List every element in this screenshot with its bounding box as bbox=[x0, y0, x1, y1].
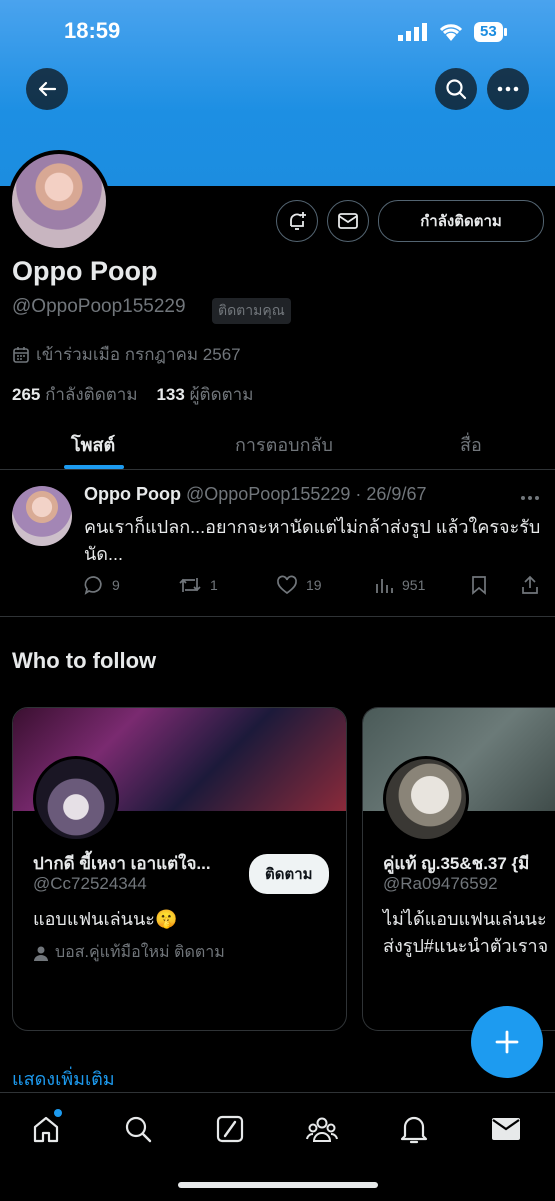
views-button[interactable]: 951 bbox=[374, 575, 425, 595]
card-bio: แอบแฟนเล่นนะ🤫 bbox=[33, 909, 178, 929]
tab-media[interactable]: สื่อ bbox=[460, 430, 482, 459]
status-time: 18:59 bbox=[64, 18, 121, 43]
status-icons: 53 bbox=[398, 22, 507, 42]
post-more-button[interactable] bbox=[520, 488, 540, 506]
share-icon bbox=[522, 575, 538, 594]
post-header: Oppo Poop @OppoPoop155229 · 26/9/67 bbox=[84, 484, 426, 505]
following-link[interactable]: 265 กำลังติดตาม bbox=[12, 385, 138, 404]
follows-you-badge: ติดตามคุณ bbox=[212, 298, 291, 324]
card-name[interactable]: คู่แท้ ญ.35&ช.37 {มี bbox=[383, 850, 529, 877]
like-button[interactable]: 19 bbox=[276, 575, 322, 595]
more-dots-icon bbox=[521, 496, 539, 500]
notify-button[interactable] bbox=[276, 200, 318, 242]
search-icon bbox=[125, 1116, 152, 1143]
tab-posts[interactable]: โพสต์ bbox=[71, 430, 115, 459]
post-author-name[interactable]: Oppo Poop bbox=[84, 484, 181, 504]
following-button[interactable]: กำลังติดตาม bbox=[378, 200, 544, 242]
search-icon bbox=[446, 79, 467, 100]
show-more-link[interactable]: แสดงเพิ่มเติม bbox=[12, 1064, 115, 1093]
nav-messages[interactable] bbox=[486, 1109, 526, 1149]
battery-level: 53 bbox=[474, 22, 503, 42]
follow-button[interactable]: ติดตาม bbox=[249, 854, 329, 894]
battery-icon: 53 bbox=[474, 22, 507, 42]
repost-icon bbox=[179, 578, 201, 592]
card-avatar[interactable] bbox=[33, 756, 119, 842]
nav-communities[interactable] bbox=[302, 1109, 342, 1149]
nav-search[interactable] bbox=[118, 1109, 158, 1149]
profile-avatar[interactable] bbox=[8, 150, 110, 252]
back-button[interactable] bbox=[26, 68, 68, 110]
signal-icon bbox=[398, 23, 427, 41]
reply-button[interactable]: 9 bbox=[84, 575, 120, 595]
envelope-icon bbox=[492, 1118, 520, 1140]
views-chart-icon bbox=[376, 579, 393, 593]
nav-home[interactable] bbox=[26, 1109, 66, 1149]
bell-icon bbox=[400, 1116, 428, 1144]
card-bio-line2: ส่งรูป#แนะนำตัวเราจ bbox=[383, 936, 549, 956]
bell-plus-icon bbox=[290, 212, 306, 230]
more-dots-icon bbox=[497, 86, 519, 92]
home-notification-dot bbox=[54, 1109, 62, 1117]
view-count: 951 bbox=[402, 577, 426, 593]
profile-handle: @OppoPoop155229 bbox=[12, 296, 186, 317]
back-arrow-icon bbox=[38, 81, 57, 97]
more-button[interactable] bbox=[487, 68, 529, 110]
post-meta: @OppoPoop155229 · 26/9/67 bbox=[186, 484, 427, 504]
calendar-icon bbox=[13, 346, 29, 363]
envelope-icon bbox=[338, 213, 358, 229]
grok-icon bbox=[216, 1115, 244, 1143]
repost-count: 1 bbox=[210, 577, 218, 593]
plus-icon bbox=[495, 1030, 519, 1054]
follow-counts: 265 กำลังติดตาม 133 ผู้ติดตาม bbox=[12, 381, 253, 408]
followers-link[interactable]: 133 ผู้ติดตาม bbox=[156, 385, 253, 404]
card-handle: @Cc72524344 bbox=[33, 874, 147, 893]
card-handle: @Ra09476592 bbox=[383, 874, 498, 893]
nav-grok[interactable] bbox=[210, 1109, 250, 1149]
person-icon bbox=[34, 946, 48, 961]
reply-count: 9 bbox=[112, 577, 120, 593]
nav-notifications[interactable] bbox=[394, 1109, 434, 1149]
home-icon bbox=[33, 1116, 59, 1143]
share-button[interactable] bbox=[520, 575, 540, 595]
bookmark-icon bbox=[472, 576, 486, 595]
card-name[interactable]: ปากดี ขี้เหงา เอาแต่ใจ... bbox=[33, 850, 211, 877]
follow-suggestion-card[interactable]: คู่แท้ ญ.35&ช.37 {มี @Ra09476592 ไม่ได้แ… bbox=[362, 707, 555, 1031]
joined-date: เข้าร่วมเมือ กรกฎาคม 2567 bbox=[12, 341, 241, 368]
joined-text: เข้าร่วมเมือ กรกฎาคม 2567 bbox=[36, 345, 241, 364]
post-text: คนเราก็แปลก...อยากจะหานัดแต่ไม่กล้าส่งรู… bbox=[84, 517, 541, 564]
reply-icon bbox=[84, 576, 102, 595]
follow-suggestion-card[interactable]: ปากดี ขี้เหงา เอาแต่ใจ... @Cc72524344 ติ… bbox=[12, 707, 347, 1031]
repost-button[interactable]: 1 bbox=[178, 575, 218, 595]
like-count: 19 bbox=[306, 577, 322, 593]
tab-replies[interactable]: การตอบกลับ bbox=[235, 430, 333, 459]
profile-name: Oppo Poop bbox=[12, 256, 158, 286]
card-context-text: บอส.คู่แท้มือใหม่ ติดตาม bbox=[55, 944, 225, 961]
card-avatar[interactable] bbox=[383, 756, 469, 842]
tabs-divider bbox=[0, 469, 555, 470]
home-indicator bbox=[178, 1182, 378, 1188]
wifi-icon bbox=[439, 24, 463, 41]
card-bio: ไม่ได้แอบแฟนเล่นนะ bbox=[383, 909, 547, 929]
post-divider bbox=[0, 616, 555, 617]
bookmark-button[interactable] bbox=[470, 575, 488, 595]
communities-icon bbox=[306, 1117, 338, 1142]
post-avatar[interactable] bbox=[12, 486, 72, 546]
message-button[interactable] bbox=[327, 200, 369, 242]
who-to-follow-title: Who to follow bbox=[12, 648, 157, 673]
heart-icon bbox=[277, 575, 297, 595]
compose-fab[interactable] bbox=[471, 1006, 543, 1078]
card-context: บอส.คู่แท้มือใหม่ ติดตาม bbox=[33, 940, 225, 965]
search-button[interactable] bbox=[435, 68, 477, 110]
